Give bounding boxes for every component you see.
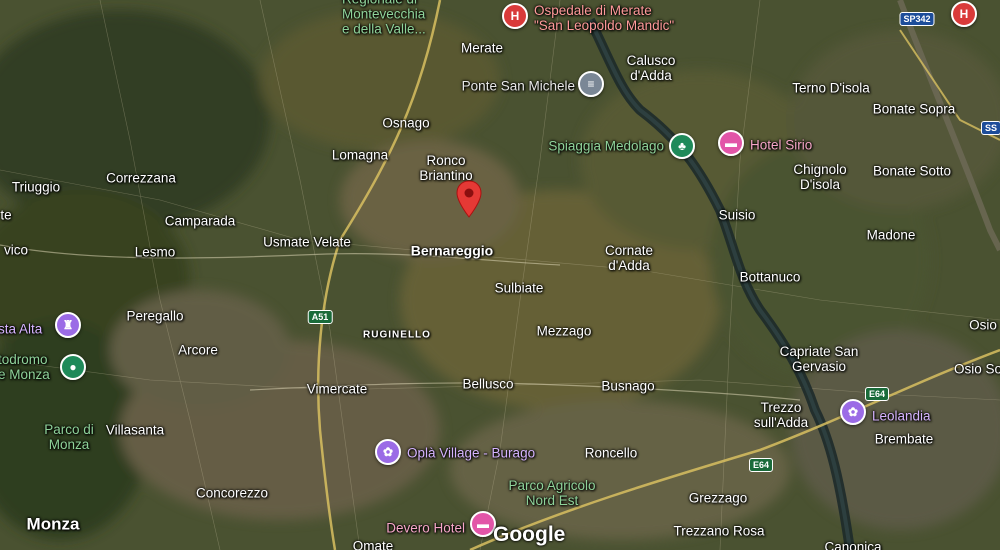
landmark-label-autodromo[interactable]: todromo e Monza xyxy=(0,352,50,382)
town-label-terno[interactable]: Terno D'isola xyxy=(792,81,870,96)
town-label-peregallo[interactable]: Peregallo xyxy=(126,309,183,324)
hotel-label-sirio[interactable]: Hotel Sirio xyxy=(750,138,812,153)
hospital-label-merate[interactable]: Ospedale di Merate "San Leopoldo Mandic" xyxy=(534,3,674,33)
town-label-vimercate[interactable]: Vimercate xyxy=(307,382,368,397)
town-label-suisio[interactable]: Suisio xyxy=(719,208,756,223)
town-label-bernareggio[interactable]: Bernareggio xyxy=(411,243,493,259)
road-shield-a51: A51 xyxy=(307,310,333,324)
hotel-label-devero[interactable]: Devero Hotel xyxy=(386,521,465,536)
town-label-busnago[interactable]: Busnago xyxy=(601,379,654,394)
hotel-icon[interactable]: ▬ xyxy=(718,130,744,156)
town-label-ronco-briantino[interactable]: Ronco Briantino xyxy=(419,153,472,183)
town-label-te[interactable]: te xyxy=(0,208,11,223)
park-label-parco-agricolo[interactable]: Parco Agricolo Nord Est xyxy=(508,478,595,508)
park-icon[interactable]: ♣ xyxy=(669,133,695,159)
town-label-bottanuco[interactable]: Bottanuco xyxy=(740,270,801,285)
castle-icon[interactable]: ♜ xyxy=(55,312,81,338)
town-label-mezzago[interactable]: Mezzago xyxy=(537,324,592,339)
road-shield-e64: E64 xyxy=(748,458,774,472)
town-label-merate[interactable]: Merate xyxy=(461,41,503,56)
town-label-chignolo[interactable]: Chignolo D'isola xyxy=(793,162,846,192)
town-label-sulbiate[interactable]: Sulbiate xyxy=(495,281,544,296)
town-label-vico[interactable]: vico xyxy=(4,243,28,258)
landmark-label-ponte-san-michele[interactable]: Ponte San Michele xyxy=(462,79,575,94)
park-label-montevecchia[interactable]: Regionale diMontevecchiae della Valle... xyxy=(342,0,426,37)
town-label-correzzana[interactable]: Correzzana xyxy=(106,171,176,186)
city-label-monza[interactable]: Monza xyxy=(27,516,80,533)
town-label-usmate-velate[interactable]: Usmate Velate xyxy=(263,235,351,250)
map-canvas[interactable]: Regionale diMontevecchiae della Valle...… xyxy=(0,0,1000,550)
location-marker-icon[interactable] xyxy=(456,180,482,218)
town-label-camparada[interactable]: Camparada xyxy=(165,214,236,229)
racetrack-icon[interactable]: ● xyxy=(60,354,86,380)
town-label-roncello[interactable]: Roncello xyxy=(585,446,638,461)
bridge-icon[interactable]: ≡ xyxy=(578,71,604,97)
town-label-canonica[interactable]: Canonica xyxy=(824,540,881,550)
google-logo: Google xyxy=(493,523,566,546)
town-label-capriate[interactable]: Capriate San Gervasio xyxy=(780,344,859,374)
landmark-label-villa-alta[interactable]: sta Alta xyxy=(0,322,42,337)
town-label-osio[interactable]: Osio xyxy=(969,318,997,333)
town-label-lesmo[interactable]: Lesmo xyxy=(135,245,176,260)
road-shield-sp342: SP342 xyxy=(899,12,935,26)
town-label-brembate[interactable]: Brembate xyxy=(875,432,934,447)
town-label-osnago[interactable]: Osnago xyxy=(382,116,429,131)
landmark-label-opla-village[interactable]: Oplà Village - Burago xyxy=(407,446,535,461)
town-label-triuggio[interactable]: Triuggio xyxy=(12,180,60,195)
amusement-park-icon[interactable]: ✿ xyxy=(375,439,401,465)
locality-label-ruginello[interactable]: RUGINELLO xyxy=(363,328,431,343)
landmark-label-leolandia[interactable]: Leolandia xyxy=(872,409,931,424)
road-shield-ss: SS xyxy=(980,121,1000,135)
town-label-calusco[interactable]: Calusco d'Adda xyxy=(627,53,676,83)
town-label-omate[interactable]: Omate xyxy=(353,539,394,550)
town-label-bonate-sopra[interactable]: Bonate Sopra xyxy=(873,102,956,117)
town-label-trezzano-rosa[interactable]: Trezzano Rosa xyxy=(673,524,764,539)
town-label-concorezzo[interactable]: Concorezzo xyxy=(196,486,268,501)
amusement-park-icon[interactable]: ✿ xyxy=(840,399,866,425)
park-label-parco-monza[interactable]: Parco di Monza xyxy=(44,422,94,452)
town-label-arcore[interactable]: Arcore xyxy=(178,343,218,358)
town-label-trezzo[interactable]: Trezzo sull'Adda xyxy=(754,400,808,430)
park-label-spiaggia-medolago[interactable]: Spiaggia Medolago xyxy=(548,139,664,154)
town-label-bellusco[interactable]: Bellusco xyxy=(462,377,513,392)
town-label-madone[interactable]: Madone xyxy=(867,228,916,243)
town-label-osio-sotto[interactable]: Osio So xyxy=(954,362,1000,377)
town-label-villasanta[interactable]: Villasanta xyxy=(106,423,164,438)
town-label-cornate[interactable]: Cornate d'Adda xyxy=(605,243,653,273)
hospital-icon[interactable]: H xyxy=(502,3,528,29)
town-label-grezzago[interactable]: Grezzago xyxy=(689,491,748,506)
road-shield-e64: E64 xyxy=(864,387,890,401)
town-label-lomagna[interactable]: Lomagna xyxy=(332,148,388,163)
town-label-bonate-sotto[interactable]: Bonate Sotto xyxy=(873,164,951,179)
hospital-icon[interactable]: H xyxy=(951,1,977,27)
